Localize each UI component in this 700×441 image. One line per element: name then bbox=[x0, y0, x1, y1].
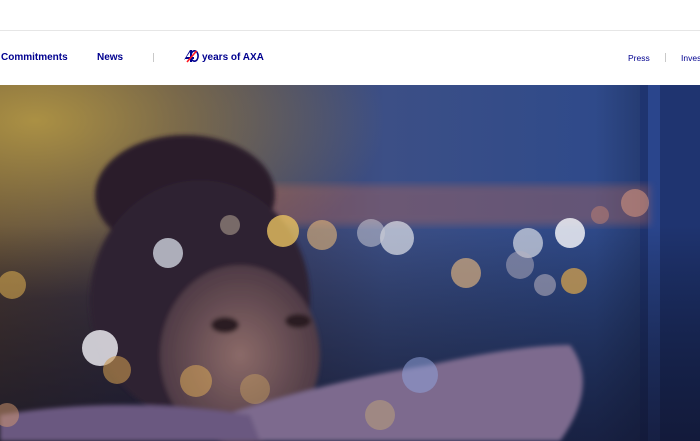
hero-image bbox=[0, 85, 700, 441]
axa-40-logo-icon bbox=[184, 50, 199, 63]
top-utility-bar bbox=[0, 0, 700, 31]
nav-separator bbox=[665, 53, 666, 62]
nav-item-commitments[interactable]: Commitments bbox=[1, 52, 68, 63]
nav-link-investors[interactable]: Inves bbox=[681, 53, 700, 63]
anniversary-link[interactable]: years of AXA bbox=[183, 31, 273, 85]
hero-banner bbox=[0, 85, 700, 441]
nav-link-press[interactable]: Press bbox=[628, 53, 650, 63]
nav-separator bbox=[153, 53, 154, 62]
nav-item-news[interactable]: News bbox=[97, 52, 123, 63]
anniversary-label: years of AXA bbox=[202, 52, 264, 63]
main-navigation: Commitments News years of AXA Press Inve… bbox=[0, 31, 700, 85]
